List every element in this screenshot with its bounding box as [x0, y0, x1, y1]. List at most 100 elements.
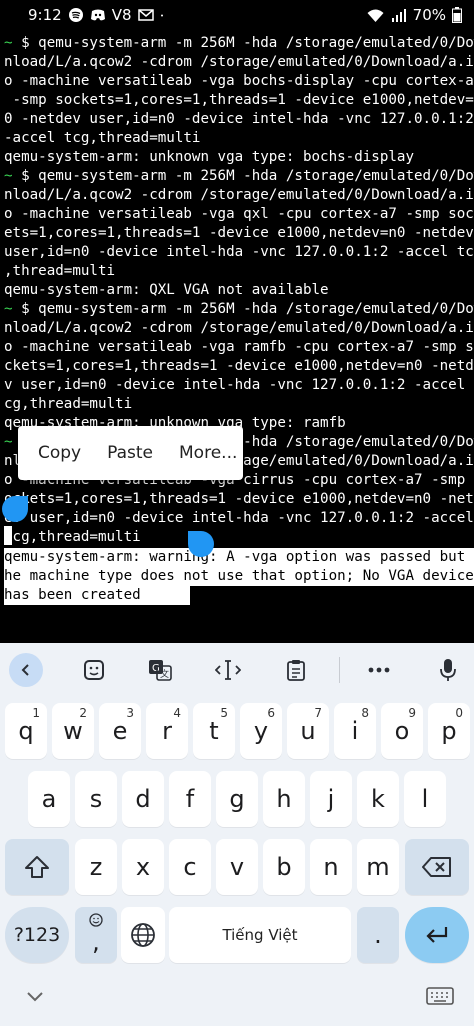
selection-end-handle[interactable]: [188, 531, 214, 557]
key-v[interactable]: v: [216, 839, 258, 895]
key-a[interactable]: a: [28, 771, 70, 827]
key-label: t: [209, 717, 219, 745]
sticker-icon[interactable]: [77, 653, 111, 687]
key-w[interactable]: w2: [52, 703, 94, 759]
comma-label: ,: [92, 928, 100, 956]
svg-text:G: G: [152, 663, 160, 674]
paste-button[interactable]: Paste: [94, 426, 166, 480]
enter-key[interactable]: [405, 907, 469, 963]
terminal-line: ~ $ qemu-system-arm -m 256M -hda /storag…: [4, 167, 474, 186]
terminal-line: nload/L/a.qcow2 -cdrom /storage/emulated…: [4, 319, 474, 338]
key-z[interactable]: z: [75, 839, 117, 895]
terminal-line: qemu-system-arm: QXL VGA not available: [4, 281, 474, 300]
key-number-hint: 8: [361, 706, 369, 720]
hide-keyboard-icon[interactable]: [25, 989, 45, 1009]
selected-terminal-line[interactable]: he machine type does not use that option…: [4, 567, 474, 586]
backspace-icon: [422, 857, 451, 877]
terminal-line: o -machine versatileab -vga qxl -cpu cor…: [4, 205, 474, 224]
keyboard-switch-icon[interactable]: [426, 987, 454, 1007]
copy-button[interactable]: Copy: [18, 426, 94, 480]
key-o[interactable]: o9: [381, 703, 423, 759]
key-label: n: [323, 853, 339, 881]
key-u[interactable]: u7: [287, 703, 329, 759]
terminal-line: v user,id=n0 -device intel-hda -vnc 127.…: [4, 376, 474, 395]
terminal-line-text: $ qemu-system-arm -m 256M -hda /storage/…: [12, 35, 474, 51]
key-label: v: [229, 853, 245, 881]
terminal-line-text: nload/L/a.qcow2 -cdrom /storage/emulated…: [4, 187, 474, 203]
key-label: p: [441, 717, 457, 745]
terminal-line-text: tcg,thread=multi: [4, 529, 141, 545]
key-number-hint: 9: [408, 706, 416, 720]
key-label: m: [366, 853, 390, 881]
clock: 9:12: [28, 6, 62, 24]
microphone-icon[interactable]: [431, 653, 465, 687]
terminal-line: cg,thread=multi: [4, 395, 474, 414]
terminal-line: ets=1,cores=1,threads=1 -device e1000,ne…: [4, 224, 474, 243]
space-key[interactable]: Tiếng Việt: [169, 907, 351, 963]
enter-icon: [426, 927, 448, 943]
shift-icon: [25, 856, 49, 878]
terminal-line-text: qemu-system-arm: QXL VGA not available: [4, 282, 329, 298]
key-r[interactable]: r4: [146, 703, 188, 759]
terminal-line: ~ $ qemu-system-arm -m 256M -hda /storag…: [4, 34, 474, 53]
selection-start-handle[interactable]: [2, 496, 28, 522]
terminal-output[interactable]: ~ $ qemu-system-arm -m 256M -hda /storag…: [0, 34, 474, 642]
more-icon[interactable]: [362, 653, 396, 687]
language-key[interactable]: [121, 907, 165, 963]
key-label: u: [300, 717, 316, 745]
key-number-hint: 0: [455, 706, 463, 720]
key-s[interactable]: s: [75, 771, 117, 827]
key-d[interactable]: d: [122, 771, 164, 827]
terminal-line: qemu-system-arm: unknown vga type: bochs…: [4, 148, 474, 167]
terminal-line-text: o -machine versatileab -vga qxl -cpu cor…: [4, 206, 474, 222]
key-number-hint: 6: [267, 706, 275, 720]
globe-icon: [131, 923, 155, 947]
clipboard-icon[interactable]: [279, 653, 313, 687]
cursor-control-icon[interactable]: [211, 653, 245, 687]
key-x[interactable]: x: [122, 839, 164, 895]
key-l[interactable]: l: [404, 771, 446, 827]
key-f[interactable]: f: [169, 771, 211, 827]
key-k[interactable]: k: [357, 771, 399, 827]
terminal-line-text: nload/L/a.qcow2 -cdrom /storage/emulated…: [4, 54, 474, 70]
terminal-line-text: user,id=n0 -device intel-hda -vnc 127.0.…: [4, 244, 474, 260]
more-button[interactable]: More...: [166, 426, 250, 480]
terminal-line: -smp sockets=1,cores=1,threads=1 -device…: [4, 91, 474, 110]
key-i[interactable]: i8: [334, 703, 376, 759]
key-number-hint: 1: [32, 706, 40, 720]
key-p[interactable]: p0: [428, 703, 470, 759]
terminal-line: user,id=n0 -device intel-hda -vnc 127.0.…: [4, 243, 474, 262]
key-q[interactable]: q1: [5, 703, 47, 759]
terminal-line-text: ets=1,cores=1,threads=1 -device e1000,ne…: [4, 225, 474, 241]
period-key[interactable]: .: [357, 907, 399, 963]
key-g[interactable]: g: [216, 771, 258, 827]
back-chevron-icon[interactable]: [9, 653, 43, 687]
translate-icon[interactable]: G 文: [143, 653, 177, 687]
key-h[interactable]: h: [263, 771, 305, 827]
keyboard-toolbar: G 文: [0, 643, 474, 695]
key-m[interactable]: m: [357, 839, 399, 895]
key-c[interactable]: c: [169, 839, 211, 895]
symbols-key[interactable]: ?123: [5, 907, 69, 963]
signal-icon: [391, 9, 406, 22]
key-number-hint: 3: [126, 706, 134, 720]
terminal-line-text: -smp sockets=1,cores=1,threads=1 -device…: [4, 92, 474, 108]
shift-key[interactable]: [5, 839, 69, 895]
key-b[interactable]: b: [263, 839, 305, 895]
key-number-hint: 2: [79, 706, 87, 720]
key-n[interactable]: n: [310, 839, 352, 895]
key-j[interactable]: j: [310, 771, 352, 827]
terminal-line-text: $ qemu-system-arm -m 256M -hda /storage/…: [12, 301, 474, 317]
terminal-line-text: o -machine versatileab -vga ramfb -cpu c…: [4, 339, 474, 355]
key-t[interactable]: t5: [193, 703, 235, 759]
text-selection-menu: Copy Paste More...: [18, 426, 243, 480]
terminal-line: -accel tcg,thread=multi: [4, 129, 474, 148]
key-y[interactable]: y6: [240, 703, 282, 759]
comma-emoji-key[interactable]: ,: [75, 907, 117, 963]
backspace-key[interactable]: [405, 839, 469, 895]
selected-terminal-line[interactable]: has been created: [4, 586, 190, 605]
prompt-tilde: ~: [4, 168, 13, 184]
selected-terminal-line[interactable]: qemu-system-arm: warning: A -vga option …: [4, 548, 474, 567]
key-e[interactable]: e3: [99, 703, 141, 759]
terminal-line-text: v user,id=n0 -device intel-hda -vnc 127.…: [4, 377, 474, 393]
